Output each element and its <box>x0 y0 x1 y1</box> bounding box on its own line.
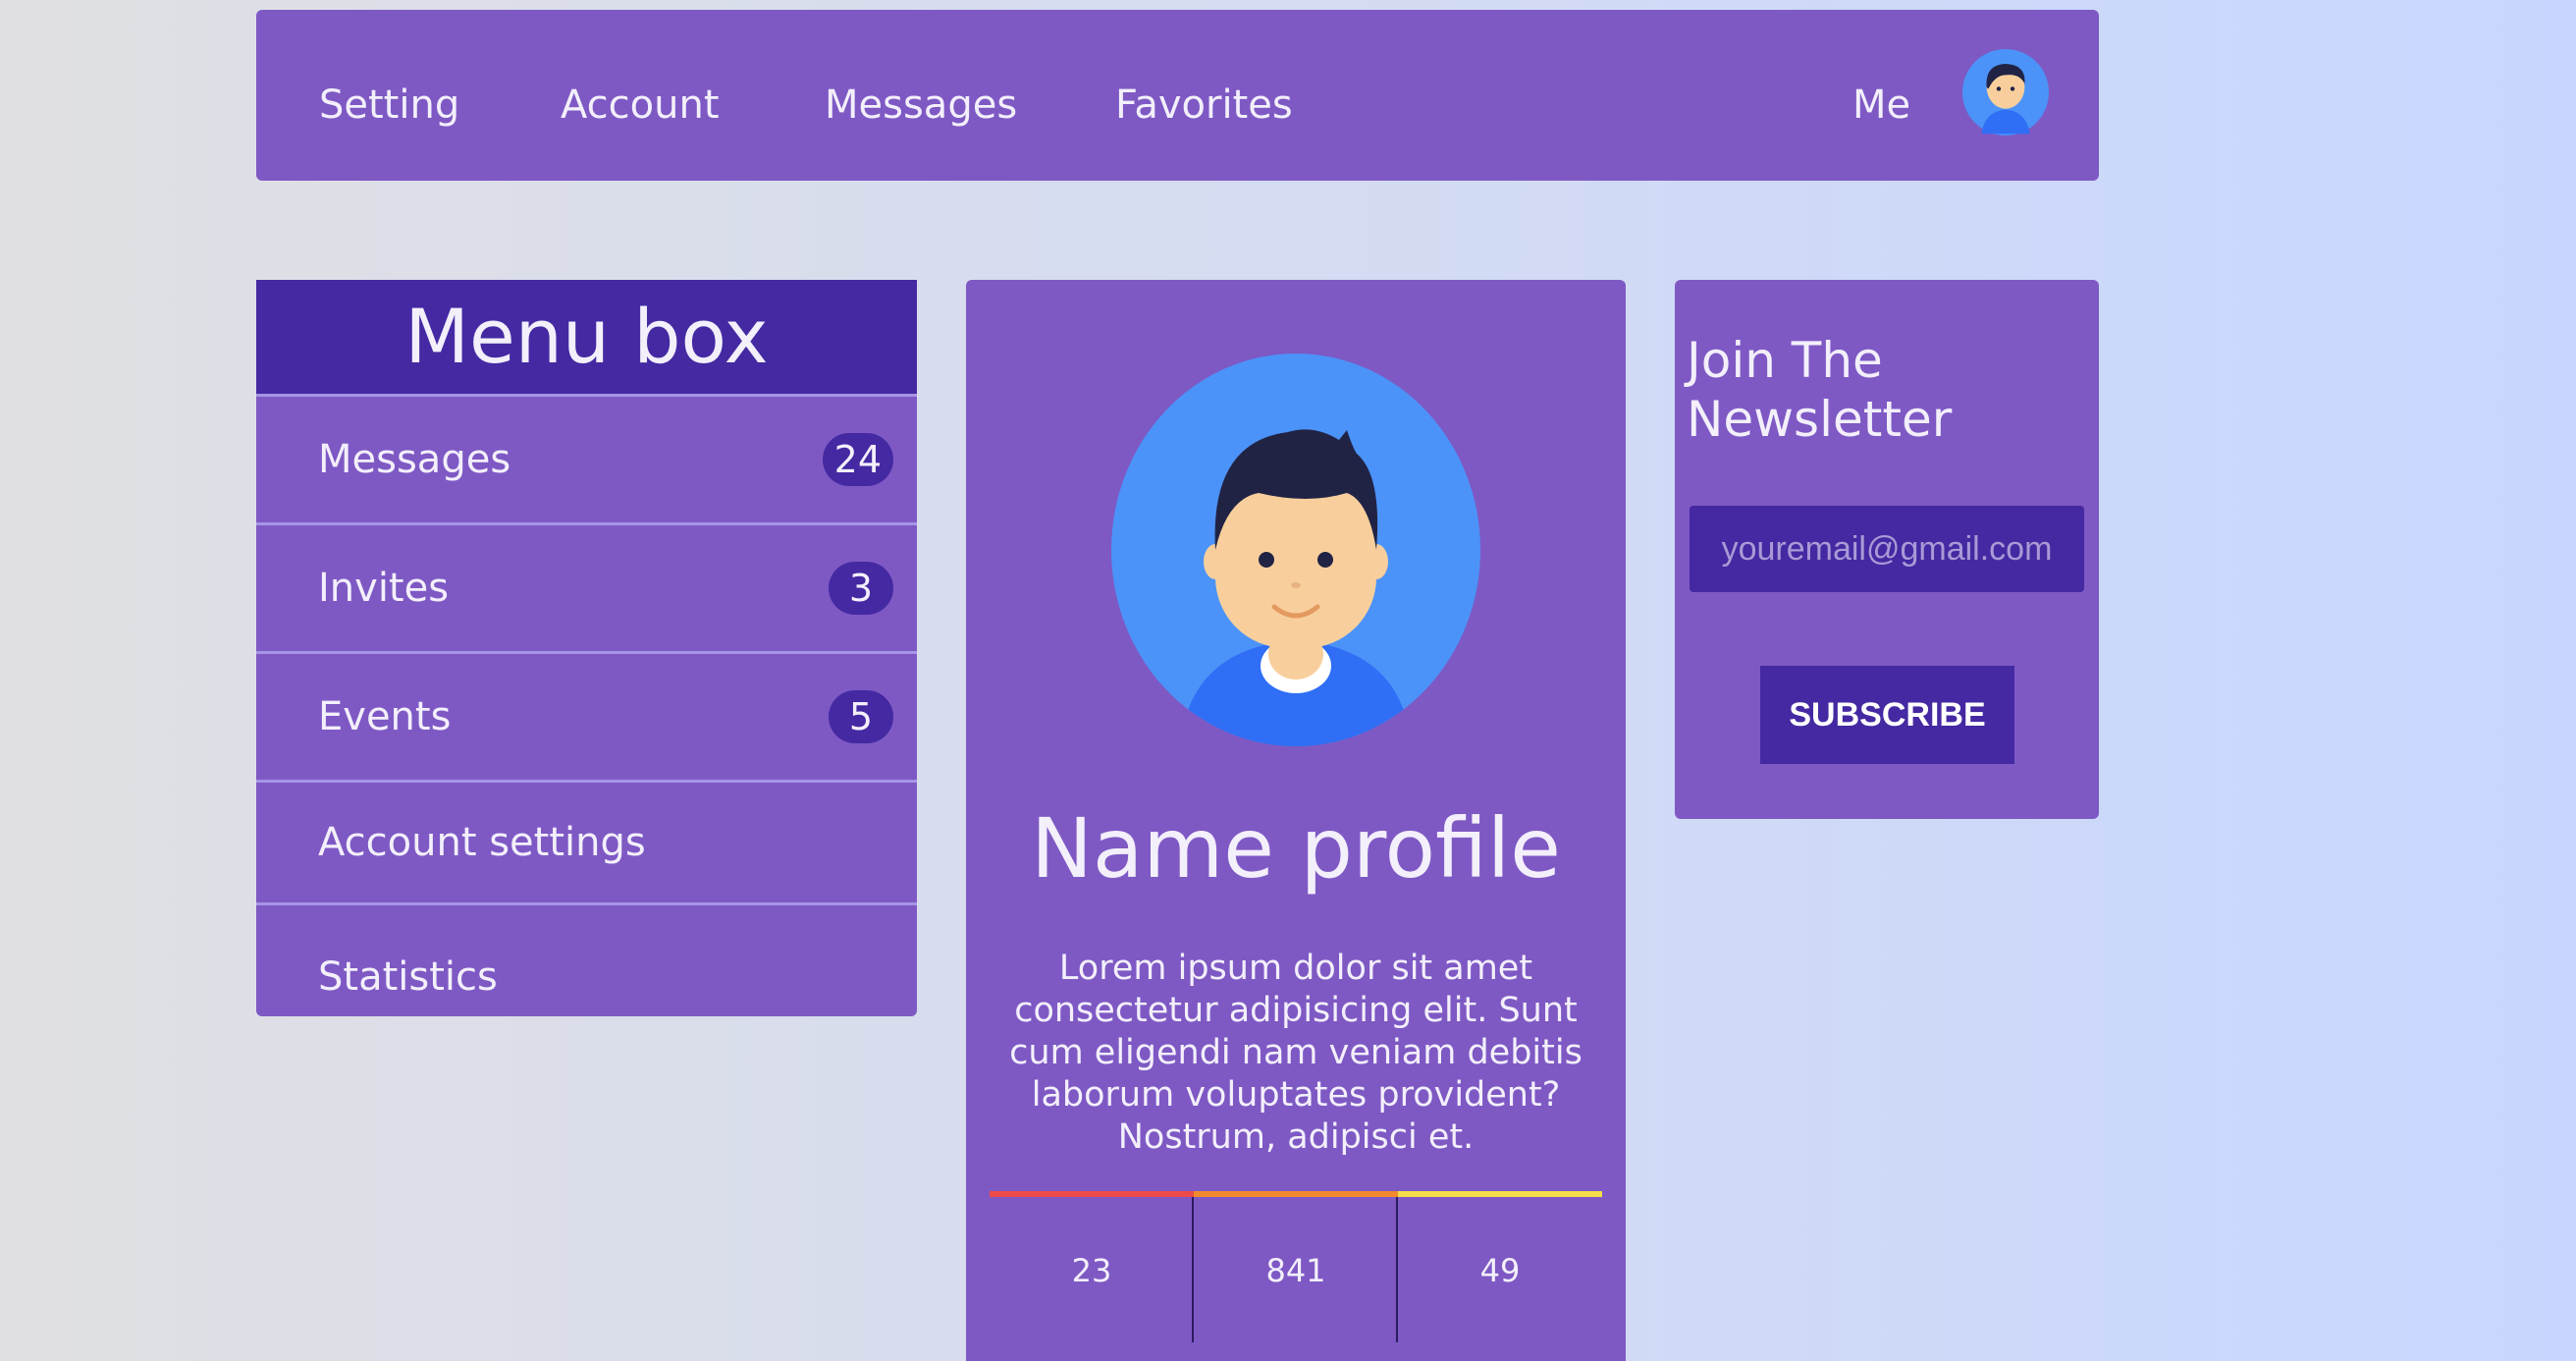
menu-item-label: Events <box>318 694 452 739</box>
menu-item-label: Invites <box>318 566 450 611</box>
menu-item-account-settings[interactable]: Account settings <box>256 783 917 905</box>
nav-item-setting[interactable]: Setting <box>319 82 459 128</box>
me-label[interactable]: Me <box>1852 82 1910 128</box>
profile-name: Name profile <box>1031 800 1561 897</box>
top-navbar: Setting Account Messages Favorites Me <box>256 10 2099 181</box>
stat-item: 23 <box>990 1191 1194 1361</box>
user-avatar-icon[interactable] <box>1962 49 2049 136</box>
stat-value: 49 <box>1479 1252 1521 1289</box>
events-count-badge: 5 <box>829 690 893 743</box>
menu-item-messages[interactable]: Messages 24 <box>256 397 917 525</box>
nav-item-account[interactable]: Account <box>561 82 720 128</box>
stat-bar <box>1194 1191 1398 1197</box>
stat-value: 23 <box>1071 1252 1112 1289</box>
newsletter-title: Join The Newsletter <box>1687 332 1953 448</box>
stat-bar <box>990 1191 1194 1197</box>
menu-item-label: Messages <box>318 437 511 482</box>
subscribe-button[interactable]: SUBSCRIBE <box>1760 666 2014 764</box>
menu-item-statistics[interactable]: Statistics <box>256 905 917 1016</box>
profile-card: Name profile Lorem ipsum dolor sit amet … <box>966 280 1626 1361</box>
nav-item-messages[interactable]: Messages <box>825 82 1017 128</box>
email-input[interactable] <box>1690 506 2084 592</box>
stat-bar <box>1398 1191 1602 1197</box>
menu-box: Menu box Messages 24 Invites 3 Events 5 … <box>256 280 917 1016</box>
menu-item-events[interactable]: Events 5 <box>256 654 917 783</box>
invites-count-badge: 3 <box>829 562 893 615</box>
newsletter-box: Join The Newsletter SUBSCRIBE <box>1675 280 2099 819</box>
menu-item-label: Account settings <box>318 820 646 865</box>
stat-value: 841 <box>1265 1252 1326 1289</box>
menu-item-invites[interactable]: Invites 3 <box>256 525 917 654</box>
messages-count-badge: 24 <box>822 433 893 486</box>
menu-item-label: Statistics <box>318 954 498 1001</box>
nav-item-favorites[interactable]: Favorites <box>1115 82 1293 128</box>
stat-item: 49 <box>1398 1191 1602 1361</box>
profile-stats: 23 841 49 <box>990 1191 1602 1361</box>
profile-description: Lorem ipsum dolor sit amet consectetur a… <box>1009 949 1583 1157</box>
menu-box-title: Menu box <box>256 280 917 397</box>
profile-avatar-icon <box>1111 354 1480 746</box>
stat-item: 841 <box>1194 1191 1398 1361</box>
